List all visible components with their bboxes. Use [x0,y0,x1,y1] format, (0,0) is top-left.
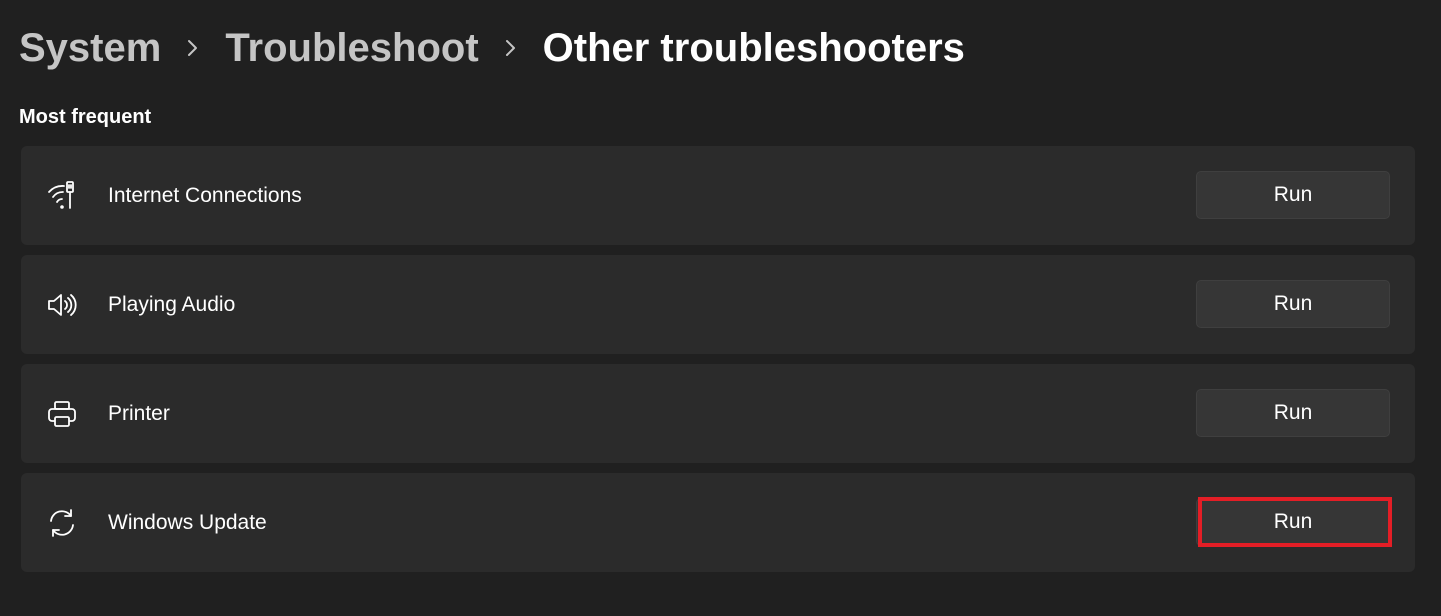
section-title: Most frequent [19,106,152,128]
troubleshooter-row-printer: Printer Run [21,364,1415,463]
printer-icon [46,398,78,430]
breadcrumb-item-troubleshoot[interactable]: Troubleshoot [225,26,478,71]
troubleshooter-list: Internet Connections Run Playing Audio R… [21,146,1415,582]
run-button-windows-update[interactable]: Run [1196,498,1390,546]
chevron-right-icon [161,20,225,76]
run-button-internet-connections[interactable]: Run [1196,171,1390,219]
page-title: Other troubleshooters [542,25,965,70]
wifi-icon [46,180,78,212]
troubleshooter-row-internet-connections: Internet Connections Run [21,146,1415,245]
troubleshooter-row-playing-audio: Playing Audio Run [21,255,1415,354]
troubleshooter-row-windows-update: Windows Update Run [21,473,1415,572]
breadcrumb: System Troubleshoot Other troubleshooter… [19,20,965,76]
troubleshooter-label: Internet Connections [108,183,302,207]
troubleshooter-label: Printer [108,401,170,425]
troubleshooter-label: Windows Update [108,510,267,534]
run-button-playing-audio[interactable]: Run [1196,280,1390,328]
troubleshooter-label: Playing Audio [108,292,236,316]
chevron-right-icon [479,20,543,76]
breadcrumb-item-system[interactable]: System [19,26,161,71]
run-button-printer[interactable]: Run [1196,389,1390,437]
settings-page: System Troubleshoot Other troubleshooter… [0,0,1441,616]
sync-icon [46,507,78,539]
speaker-icon [46,289,78,321]
